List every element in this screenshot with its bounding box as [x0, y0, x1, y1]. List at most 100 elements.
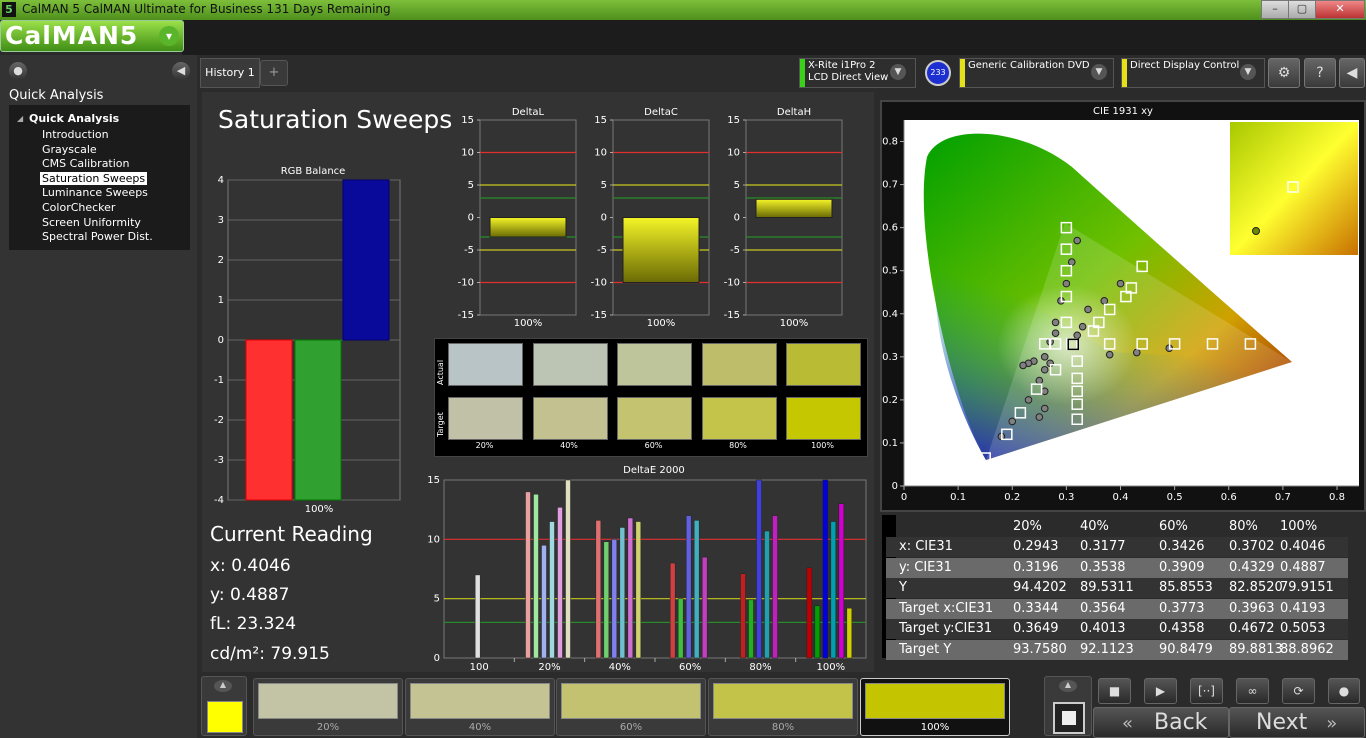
read-series-icon[interactable]: [··]	[1190, 678, 1223, 704]
meter-badge[interactable]: 233	[925, 60, 951, 86]
back-button[interactable]: « Back	[1093, 707, 1229, 738]
table-cell: 0.4013	[1080, 621, 1126, 636]
add-tab-button[interactable]: +	[260, 60, 288, 86]
swatch-label: 80%	[729, 441, 747, 450]
cie-measured-point	[1116, 279, 1125, 288]
deltae-bar	[525, 491, 531, 659]
next-button[interactable]: Next »	[1229, 707, 1365, 738]
play-icon[interactable]: ▶	[1144, 678, 1177, 704]
deltae-bar	[595, 520, 602, 659]
sweep-step-button[interactable]: 40%	[405, 678, 555, 736]
delta-category-label: 100%	[647, 318, 676, 329]
target-swatch	[786, 397, 861, 440]
deltae-bar	[764, 530, 770, 659]
pin-icon[interactable]: ●	[9, 62, 27, 80]
sidebar-item[interactable]: Screen Uniformity	[42, 216, 141, 229]
rgb-tick-label: 0	[218, 335, 224, 346]
step-label: 80%	[771, 722, 795, 733]
calman-logo[interactable]: CalMAN5 ▾	[0, 20, 184, 52]
meter-selector[interactable]: X-Rite i1Pro 2 LCD Direct View ▼	[799, 58, 916, 88]
delta-tick-label: 15	[594, 115, 607, 126]
tree-root[interactable]: Quick Analysis	[29, 112, 119, 125]
tab-history-1[interactable]: History 1	[200, 58, 260, 88]
actual-label: Actual	[436, 359, 445, 385]
help-button[interactable]: ?	[1304, 58, 1336, 88]
source-status-bar	[960, 59, 965, 87]
delta-tick-label: -5	[464, 245, 474, 256]
delta-chart: 15 10 5 0 -5 -10 -15 100%	[591, 115, 710, 329]
sidebar-item[interactable]: Grayscale	[42, 143, 97, 156]
delta-bar	[489, 217, 567, 238]
source-selector[interactable]: Generic Calibration DVD ▼	[959, 58, 1114, 88]
current-color-box[interactable]: ▲	[201, 676, 247, 736]
delta-tick-label: -10	[458, 278, 474, 289]
sweep-step-button[interactable]: 20%	[253, 678, 403, 736]
sidebar-item[interactable]: ColorChecker	[42, 201, 115, 214]
rgb-tick-label: -3	[214, 455, 224, 466]
back-label: Back	[1154, 710, 1208, 735]
cie-y-tick: 0.3	[882, 352, 898, 363]
deltae-bar	[822, 479, 829, 659]
deltae-category-label: 80%	[749, 662, 771, 673]
tree-expand-icon[interactable]: ◢	[17, 114, 23, 123]
refresh-icon[interactable]: ⟳	[1282, 678, 1315, 704]
minimize-button[interactable]: –	[1261, 0, 1289, 19]
cie-measured-point	[1024, 396, 1033, 404]
cie-measured-point	[1008, 417, 1017, 426]
record-icon[interactable]: ●	[1328, 678, 1360, 704]
delta-category-label: 100%	[780, 318, 809, 329]
chevron-down-icon[interactable]: ▾	[159, 26, 179, 46]
chevron-up-icon[interactable]: ▲	[214, 680, 232, 692]
cie-measured-point	[1132, 348, 1141, 357]
table-cell: 0.3963	[1229, 600, 1275, 616]
sweep-step-button[interactable]: 80%	[708, 678, 858, 736]
collapse-right-button[interactable]: ◀	[1339, 58, 1365, 88]
display-name: Direct Display Control	[1130, 60, 1240, 71]
table-cell: 0.3196	[1013, 559, 1059, 575]
close-button[interactable]: ✕	[1315, 0, 1365, 19]
reading-x: x: 0.4046	[210, 556, 291, 576]
page-title: Saturation Sweeps	[218, 105, 453, 134]
rgb-bar-blue	[342, 179, 390, 341]
deltae-bar	[772, 515, 778, 659]
table-cell: 0.3538	[1080, 559, 1126, 575]
sidebar-item[interactable]: Introduction	[42, 128, 109, 141]
delta-tick-label: 5	[734, 180, 740, 191]
chevron-up-icon[interactable]: ▲	[1059, 680, 1077, 692]
sidebar-item[interactable]: Saturation Sweeps	[40, 171, 148, 185]
deltae-bar	[669, 562, 676, 659]
actual-swatch	[448, 343, 523, 386]
rgb-bar-red	[245, 339, 293, 501]
table-row: x: CIE31 0.2943 0.3177 0.3426 0.3702 0.4046	[886, 537, 1348, 557]
rgb-tick-label: 1	[218, 295, 224, 306]
sweep-step-button[interactable]: 60%	[556, 678, 706, 736]
cie-measured-point	[1040, 365, 1049, 374]
sidebar-item[interactable]: CMS Calibration	[42, 157, 130, 170]
table-cell: 0.3344	[1013, 600, 1059, 616]
deltae-plot-area	[443, 479, 867, 659]
settings-gear-icon[interactable]: ⚙	[1268, 58, 1300, 88]
stop-measure-button[interactable]	[1053, 702, 1085, 734]
chevron-down-icon[interactable]: ▼	[890, 64, 906, 80]
sidebar-item[interactable]: Spectral Power Dist.	[42, 230, 153, 243]
sweep-step-button[interactable]: 100%	[860, 678, 1010, 736]
step-label: 20%	[316, 722, 340, 733]
chevron-down-icon[interactable]: ▼	[1091, 64, 1107, 80]
table-cell: 82.8520	[1229, 580, 1283, 595]
table-header-cell: 60%	[1159, 519, 1188, 534]
sidebar-item[interactable]: Luminance Sweeps	[42, 186, 148, 199]
top-toolbar	[182, 20, 1366, 55]
sidebar-header: Quick Analysis	[9, 88, 104, 103]
next-label: Next	[1256, 710, 1308, 735]
deltae-chart: 15 10 5 0 100 20% 40% 60% 80% 100%	[427, 475, 867, 673]
stop-icon[interactable]: ■	[1098, 678, 1131, 704]
cie-y-tick: 0.7	[882, 180, 898, 191]
chevron-down-icon[interactable]: ▼	[1240, 64, 1256, 80]
reading-fl: fL: 23.324	[210, 614, 297, 634]
collapse-sidebar-button[interactable]: ◀	[172, 62, 190, 80]
color-swatch-panel: Actual Target 20% 40% 60% 80% 100%	[434, 338, 868, 457]
display-selector[interactable]: Direct Display Control ▼	[1121, 58, 1265, 88]
maximize-button[interactable]: ▢	[1288, 0, 1316, 19]
continuous-icon[interactable]: ∞	[1236, 678, 1269, 704]
table-cell: 90.8479	[1159, 641, 1213, 657]
